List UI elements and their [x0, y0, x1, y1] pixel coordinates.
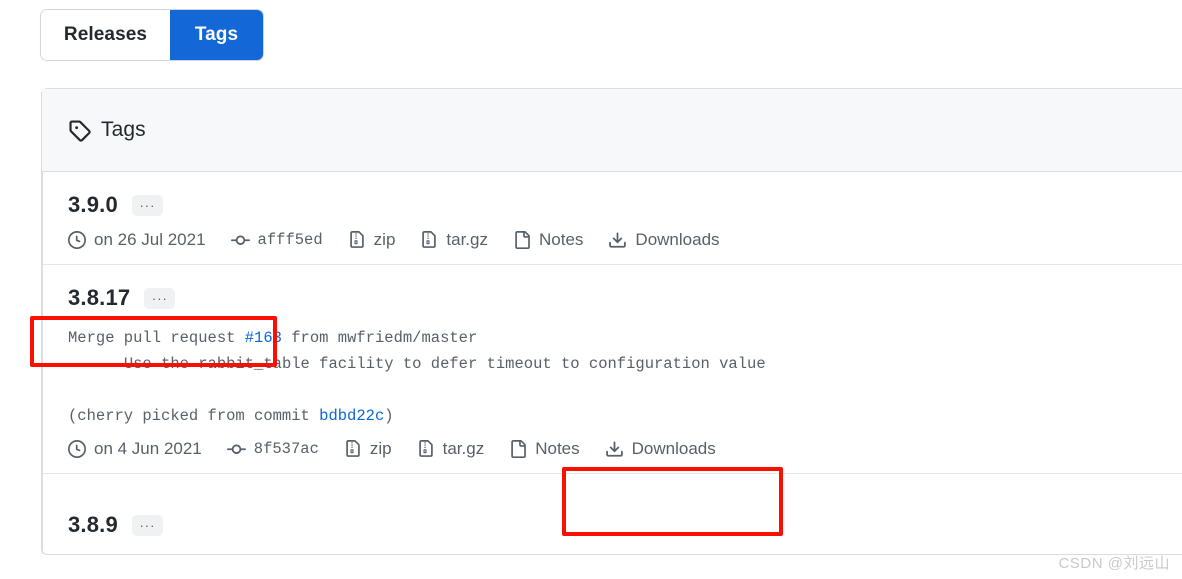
file-icon: [509, 440, 527, 458]
tag-date-text: on 4 Jun 2021: [94, 439, 202, 458]
tag-targz-link[interactable]: tar.gz: [417, 439, 485, 459]
tag-row: 3.9.0 ··· on 26 Jul 2021 afff5ed zip tar…: [42, 172, 1182, 265]
cherry-pick-sha-link[interactable]: bdbd22c: [319, 407, 384, 425]
timeline-rail: [42, 172, 43, 264]
commit-issue-link[interactable]: #163: [245, 329, 282, 347]
file-zip-icon: [420, 231, 438, 249]
tag-ellipsis-button[interactable]: ···: [131, 194, 163, 216]
file-icon: [513, 231, 531, 249]
commit-message: Merge pull request #163 from mwfriedm/ma…: [68, 325, 1182, 429]
commit-message-line2: Use the rabbit_table facility to defer t…: [68, 355, 766, 373]
tag-ellipsis-button[interactable]: ···: [144, 287, 176, 309]
file-zip-icon: [417, 440, 435, 458]
tag-sha-text: afff5ed: [257, 231, 323, 249]
tag-sha-text: 8f537ac: [253, 440, 319, 458]
tag-targz-text: tar.gz: [442, 439, 485, 458]
clock-icon: [68, 231, 86, 249]
tag-date: on 4 Jun 2021: [68, 439, 202, 459]
git-commit-icon: [226, 440, 246, 459]
git-commit-icon: [230, 231, 250, 250]
watermark: CSDN @刘远山: [1058, 555, 1170, 572]
timeline-rail: [42, 265, 43, 473]
tag-notes-text: Notes: [539, 230, 584, 249]
tag-row: 3.8.17 ··· Merge pull request #163 from …: [42, 265, 1182, 474]
tag-downloads-link[interactable]: Downloads: [605, 439, 716, 459]
tag-row: 3.8.9 ···: [42, 474, 1182, 554]
tag-notes-link[interactable]: Notes: [509, 439, 580, 459]
tag-targz-link[interactable]: tar.gz: [420, 230, 488, 250]
tag-icon: [68, 119, 91, 142]
tag-zip-text: zip: [373, 230, 396, 249]
tag-name-link[interactable]: 3.8.9: [68, 512, 118, 538]
tags-card-title: Tags: [101, 118, 146, 141]
file-zip-icon: [348, 231, 366, 249]
tag-zip-text: zip: [369, 439, 392, 458]
commit-message-line4-pre: (cherry picked from commit: [68, 407, 320, 425]
tag-meta-line: on 4 Jun 2021 8f537ac zip tar.gz Notes D…: [68, 439, 1182, 459]
tab-tags[interactable]: Tags: [170, 10, 263, 60]
tags-card-header: Tags: [42, 89, 1182, 172]
tag-commit-sha[interactable]: 8f537ac: [226, 440, 319, 459]
tag-targz-text: tar.gz: [446, 230, 488, 249]
clock-icon: [68, 440, 86, 458]
tab-releases[interactable]: Releases: [41, 10, 170, 60]
commit-message-line1-post: from mwfriedm/master: [281, 329, 478, 347]
file-zip-icon: [344, 440, 362, 458]
tag-downloads-link[interactable]: Downloads: [608, 230, 720, 250]
download-icon: [608, 231, 627, 250]
tag-date-text: on 26 Jul 2021: [94, 230, 206, 249]
tag-meta-line: on 26 Jul 2021 afff5ed zip tar.gz Notes …: [68, 230, 1182, 250]
tag-name-link[interactable]: 3.9.0: [68, 192, 118, 218]
releases-tags-tab-group[interactable]: Releases Tags: [41, 10, 263, 60]
timeline-rail: [42, 474, 43, 554]
tag-commit-sha[interactable]: afff5ed: [230, 231, 323, 250]
tag-name-link[interactable]: 3.8.17: [68, 285, 130, 311]
tag-zip-link[interactable]: zip: [348, 230, 396, 250]
tag-ellipsis-button[interactable]: ···: [131, 514, 163, 536]
commit-message-line4-post: ): [384, 407, 394, 425]
tag-notes-link[interactable]: Notes: [513, 230, 583, 250]
tag-downloads-text: Downloads: [635, 230, 720, 249]
tag-downloads-text: Downloads: [631, 439, 716, 458]
tags-card: Tags 3.9.0 ··· on 26 Jul 2021 afff5ed zi…: [41, 88, 1182, 555]
tag-zip-link[interactable]: zip: [344, 439, 392, 459]
commit-message-line1-pre: Merge pull request: [68, 329, 245, 347]
tag-date: on 26 Jul 2021: [68, 230, 206, 250]
tag-notes-text: Notes: [535, 439, 580, 458]
download-icon: [605, 440, 624, 459]
